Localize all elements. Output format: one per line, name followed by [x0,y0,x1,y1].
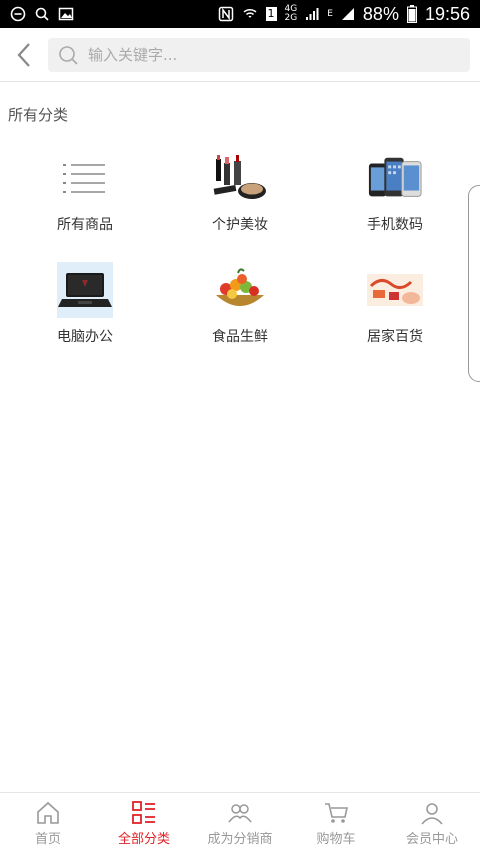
category-computers[interactable]: 电脑办公 [5,262,165,372]
household-image [367,262,423,318]
network-2g-label: 2G [284,13,298,23]
phones-image [367,150,423,206]
category-phones[interactable]: 手机数码 [315,150,475,260]
section-title: 所有分类 [8,106,69,124]
category-label: 食品生鲜 [212,329,268,345]
category-label: 电脑办公 [57,329,113,345]
status-bar: 1 4G 2G E 88% 19:56 [0,0,480,28]
tab-member-center[interactable]: 会员中心 [384,793,480,853]
tab-label: 会员中心 [405,831,458,847]
tab-label: 全部分类 [117,831,170,847]
cart-icon [325,802,348,823]
signal-2-icon [341,8,354,20]
clock: 19:56 [424,3,470,24]
category-label: 手机数码 [367,217,423,233]
battery-percent: 88% [362,3,399,24]
distributor-icon [228,803,252,822]
search-status-icon [35,7,49,21]
top-bar [0,28,480,82]
network-e-label: E [327,8,333,19]
cosmetics-image [212,150,268,206]
tab-label: 成为分销商 [207,831,273,847]
fruit-basket-image [212,262,268,318]
list-icon [57,150,113,206]
sim-1-badge: 1 [265,7,277,21]
search-icon [59,46,78,65]
signal-icon [306,8,319,20]
category-icon [132,800,155,824]
search-box[interactable] [48,38,470,72]
tab-label: 购物车 [316,831,356,847]
chevron-left-icon [17,43,30,67]
category-household[interactable]: 居家百货 [315,262,475,372]
battery-icon [406,5,417,23]
status-bar-left [10,6,74,22]
category-all-products[interactable]: 所有商品 [5,150,165,260]
tab-become-distributor[interactable]: 成为分销商 [192,793,288,853]
tab-home[interactable]: 首页 [0,793,96,853]
tab-all-categories[interactable]: 全部分类 [96,793,192,853]
network-type-group: 4G 2G [285,5,298,23]
do-not-disturb-icon [10,6,26,22]
category-label: 所有商品 [57,217,113,233]
edge-panel-handle[interactable] [468,185,480,382]
back-button[interactable] [12,40,38,70]
category-cosmetics[interactable]: 个护美妆 [160,150,320,260]
category-label: 个护美妆 [212,217,268,233]
search-input[interactable] [86,45,450,65]
category-food[interactable]: 食品生鲜 [160,262,320,372]
wifi-icon [243,8,257,18]
status-bar-right: 1 4G 2G E 88% 19:56 [218,4,470,25]
laptop-image [57,262,113,318]
category-label: 居家百货 [367,329,423,345]
bottom-tab-bar: 首页 全部分类 成为分销商 购物车 会员中心 [0,792,480,853]
nfc-icon [218,6,233,22]
image-notification-icon [58,7,74,21]
user-icon [421,802,443,825]
tab-cart[interactable]: 购物车 [288,793,384,853]
tab-label: 首页 [34,831,61,847]
home-icon [37,801,59,824]
